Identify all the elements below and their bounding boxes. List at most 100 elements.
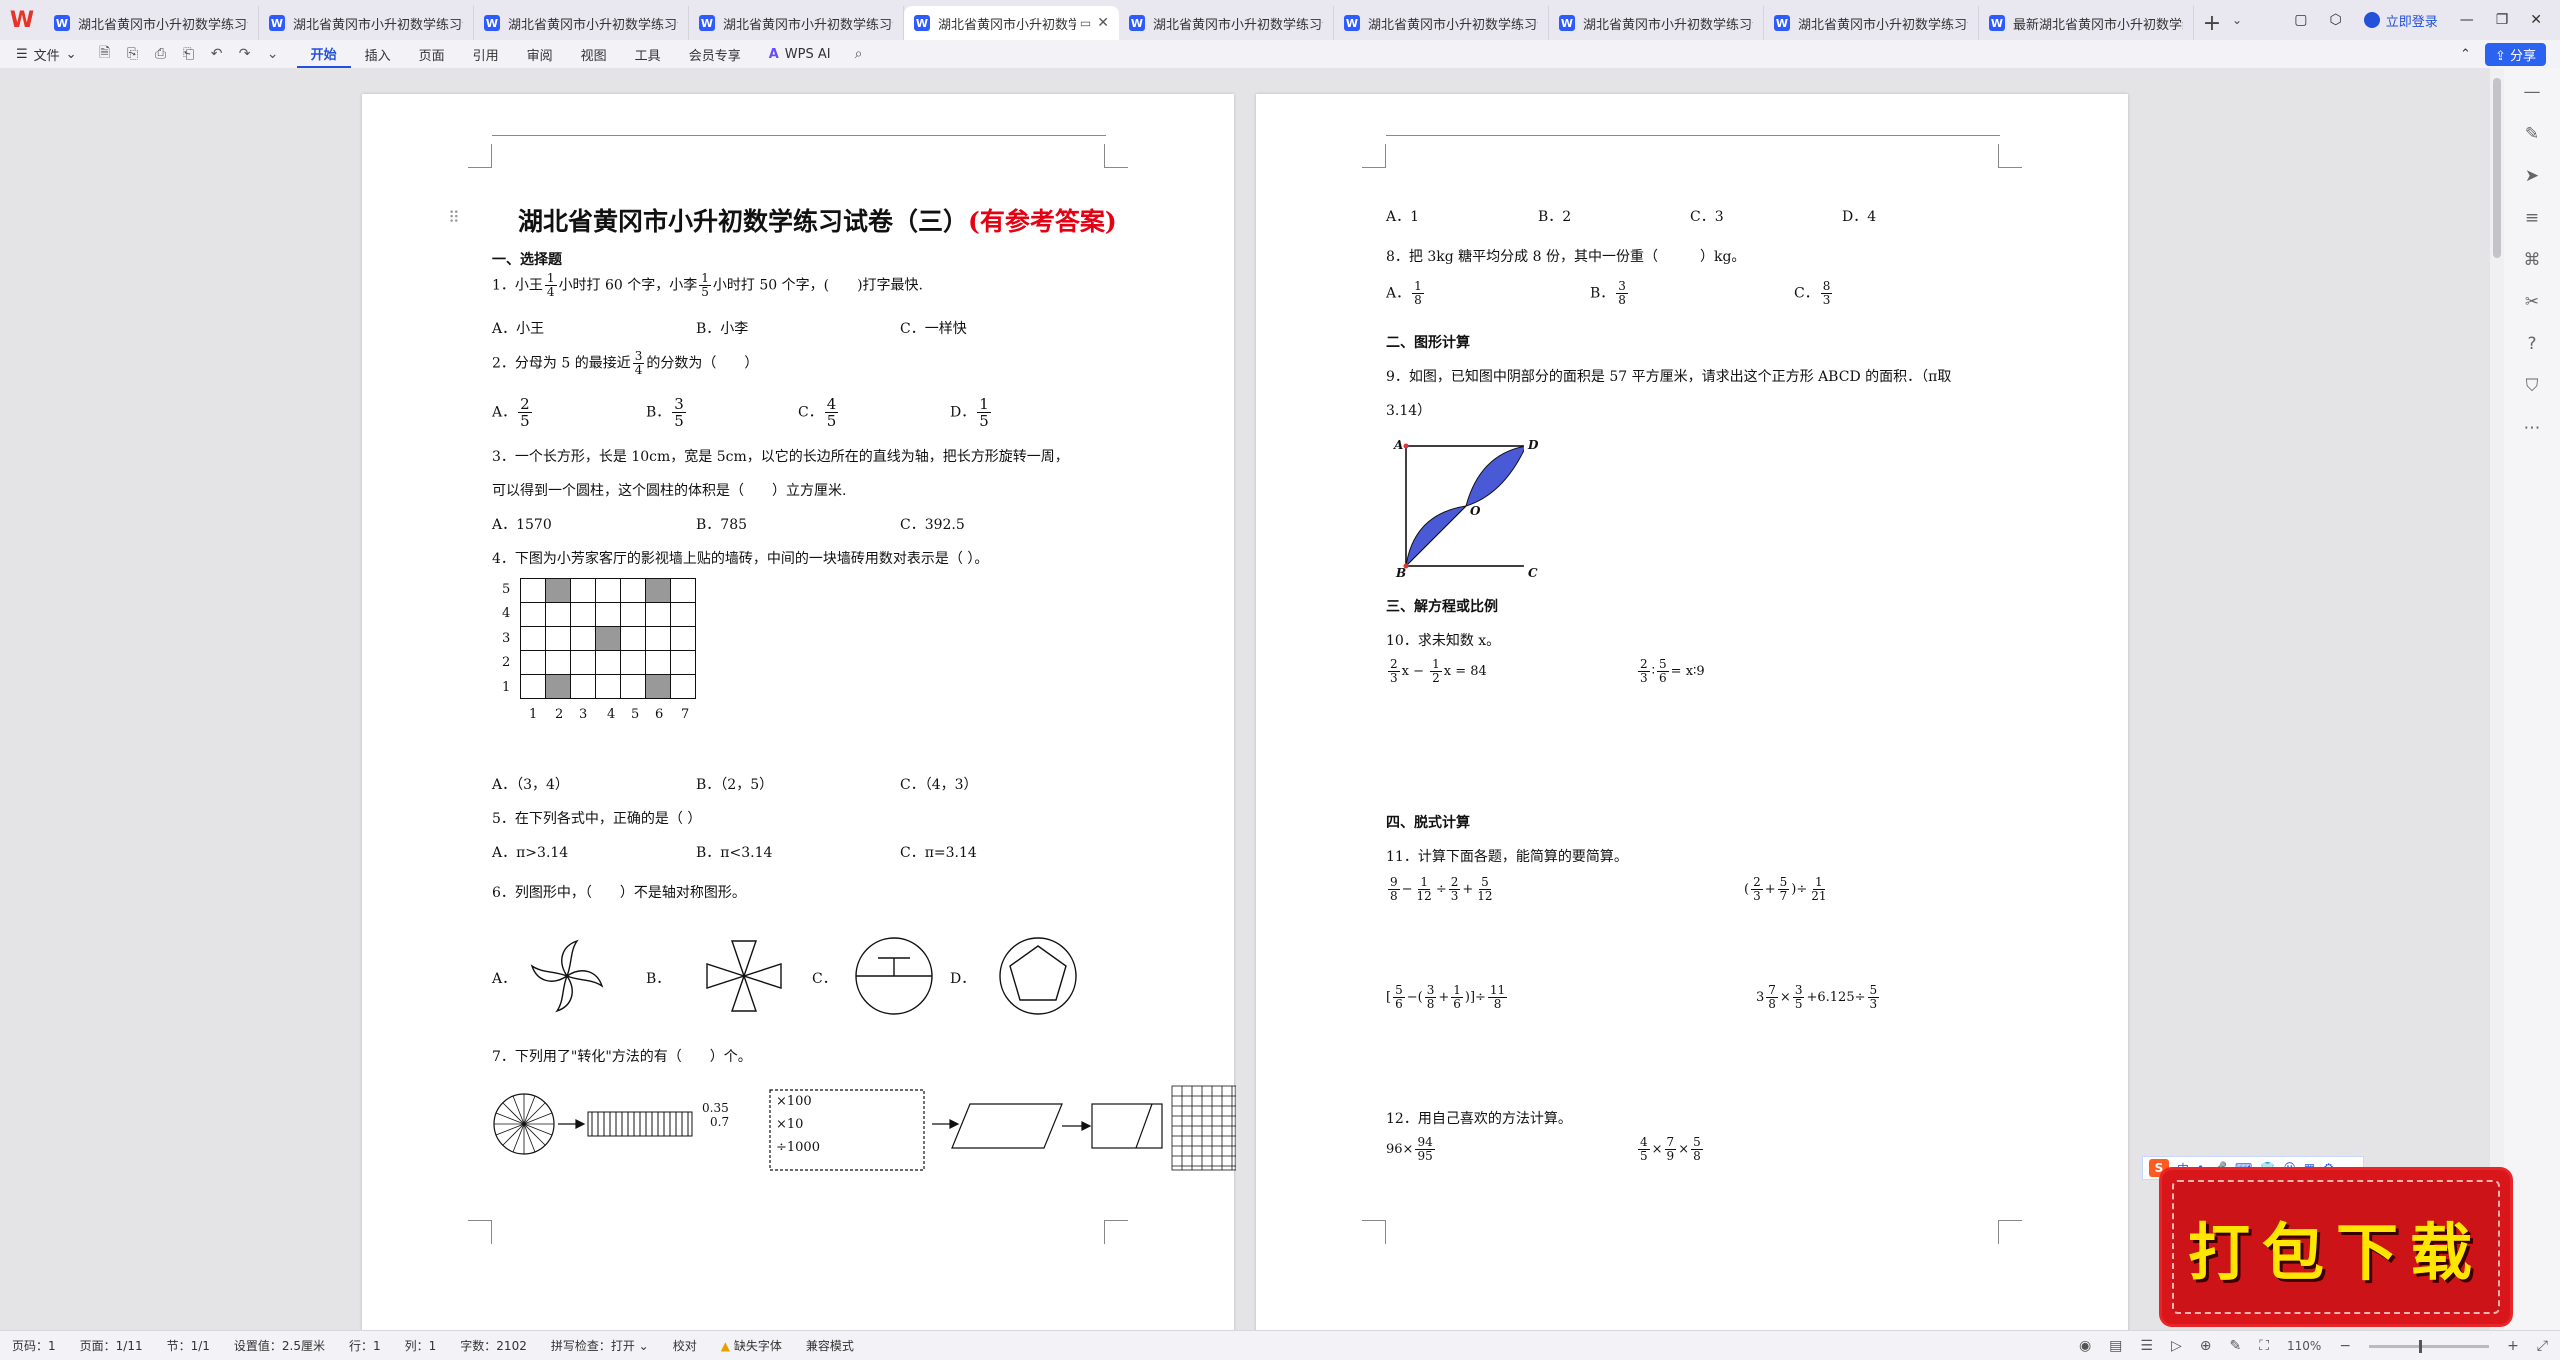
user-avatar-icon (2363, 12, 2380, 28)
document-page-2[interactable]: A．1 B．2 C．3 D．4 8．把 3kg 糖平均分成 8 份，其中一份重（… (1256, 94, 2128, 1330)
play-icon[interactable]: ▷ (2171, 1338, 2182, 1354)
operation-label: ×10 (776, 1117, 804, 1132)
word-doc-icon: W (269, 15, 285, 31)
page-view-icon[interactable]: ▤ (2109, 1338, 2122, 1354)
pen-mode-icon[interactable]: ✎ (2229, 1338, 2241, 1354)
status-compat-mode: 兼容模式 (805, 1339, 854, 1353)
ribbon-tabs: 开始 插入 页面 引用 审阅 视图 工具 会员专享 (296, 40, 755, 68)
shirt-icon[interactable]: ⛉ (2526, 376, 2539, 396)
pen-icon[interactable]: ✎ (2525, 124, 2539, 144)
zoom-out-button[interactable]: − (2339, 1338, 2351, 1354)
export-icon[interactable]: ⎘ (119, 46, 147, 62)
zoom-level[interactable]: 110% (2287, 1339, 2321, 1353)
monitor-icon[interactable]: ▭ (1080, 16, 1091, 30)
more-icon[interactable]: ⋯ (2524, 418, 2541, 438)
more-tools-icon[interactable]: ⌄ (259, 46, 287, 62)
ribbon-tab[interactable]: 视图 (567, 40, 621, 68)
status-spellcheck[interactable]: 拼写检查：打开 ⌄ (539, 1337, 661, 1354)
status-proof[interactable]: 校对 (661, 1337, 709, 1354)
status-missing-font[interactable]: ▲ 缺失字体 (709, 1337, 794, 1354)
ribbon-tab[interactable]: 开始 (296, 40, 351, 68)
fraction: 23 (1638, 657, 1650, 685)
eye-icon[interactable]: ◉ (2079, 1338, 2091, 1354)
status-word-count[interactable]: 字数：2102 (448, 1337, 539, 1354)
close-window-button[interactable]: ✕ (2530, 12, 2542, 28)
ribbon-tab[interactable]: 插入 (351, 40, 405, 68)
margin-corner (468, 1220, 492, 1244)
share-button[interactable]: ⇪ 分享 (2484, 42, 2546, 66)
ribbon-tab[interactable]: 工具 (621, 40, 675, 68)
document-tab[interactable]: W 湖北省黄冈市小升初数学练习试 (689, 6, 904, 40)
document-page-1[interactable]: ⠿ 湖北省黄冈市小升初数学练习试卷（三）(有参考答案) 一、选择题 1．小王 1 4… (362, 94, 1236, 1330)
word-doc-icon: W (914, 15, 930, 31)
restore-tabs-icon[interactable]: ▢ (2294, 12, 2307, 28)
print-preview-icon[interactable]: ⎗ (175, 46, 203, 62)
search-icon[interactable]: ⌕ (845, 46, 873, 62)
document-tab[interactable]: W 湖北省黄冈市小升初数学练习试 (1119, 6, 1334, 40)
redo-icon[interactable]: ↷ (231, 46, 259, 62)
document-tab[interactable]: W 湖北省黄冈市小升初数学练习试 (1334, 6, 1549, 40)
minus-icon[interactable]: — (2524, 82, 2541, 102)
status-row[interactable]: 行：1 (337, 1337, 393, 1354)
wps-ai-button[interactable]: A WPS AI (755, 47, 845, 62)
expression: 4 5 × 7 9 × 5 8 (1638, 1135, 1703, 1163)
cube-icon[interactable]: ⬡ (2329, 12, 2341, 28)
drag-handle-icon[interactable]: ⠿ (448, 208, 460, 227)
zoom-slider[interactable] (2369, 1339, 2490, 1353)
transformation-figures (493, 1085, 1236, 1171)
share-label: 分享 (2509, 48, 2536, 64)
save-icon[interactable]: 🗎 (91, 42, 119, 66)
outline-view-icon[interactable]: ☰ (2140, 1338, 2153, 1354)
document-tab[interactable]: W 湖北省黄冈市小升初数学练习试 (474, 6, 689, 40)
scrollbar-thumb[interactable] (2493, 78, 2501, 258)
undo-icon[interactable]: ↶ (203, 46, 231, 62)
zoom-in-button[interactable]: + (2507, 1338, 2519, 1354)
status-col[interactable]: 列：1 (393, 1337, 449, 1354)
fraction: 38 (1616, 279, 1628, 307)
document-tab[interactable]: W 湖北省黄冈市小升初数学练习试 (259, 6, 474, 40)
tools-icon[interactable]: ✂ (2525, 292, 2539, 312)
status-section[interactable]: 节：1/1 (155, 1337, 222, 1354)
maximize-button[interactable]: ❐ (2496, 12, 2509, 28)
minimize-button[interactable]: — (2460, 12, 2474, 28)
chevron-down-icon[interactable]: ⌄ (2232, 13, 2242, 27)
option: B． 3 8 (1590, 280, 1630, 307)
ribbon-tab[interactable]: 引用 (459, 40, 513, 68)
document-tab[interactable]: W 湖北省黄冈市小升初数学练习试 (1549, 6, 1764, 40)
document-workspace[interactable]: ⠿ 湖北省黄冈市小升初数学练习试卷（三）(有参考答案) 一、选择题 1．小王 1 4… (0, 68, 2490, 1330)
status-bar: 页码：1 页面：1/11 节：1/1 设置值：2.5厘米 行：1 列：1 字数：… (0, 1330, 2560, 1360)
cursor-icon[interactable]: ➤ (2525, 166, 2539, 186)
adjust-icon[interactable]: ≡ (2525, 208, 2539, 228)
option: A． 2 5 (492, 396, 534, 429)
collapse-ribbon-icon[interactable]: ⌃ (2460, 47, 2471, 62)
status-page-number[interactable]: 页码：1 (0, 1337, 68, 1354)
document-tab[interactable]: W 最新湖北省黄冈市小升初数学练 (1979, 6, 2194, 40)
file-menu-button[interactable]: ☰ 文件 ⌄ (0, 45, 91, 64)
ribbon-tab[interactable]: 会员专享 (675, 40, 755, 68)
word-doc-icon: W (1774, 15, 1790, 31)
ribbon-tab[interactable]: 页面 (405, 40, 459, 68)
print-icon[interactable]: ⎙ (147, 46, 175, 62)
translate-icon[interactable]: ⌘ (2524, 250, 2541, 270)
word-doc-icon: W (1559, 15, 1575, 31)
close-tab-icon[interactable]: ✕ (1097, 15, 1109, 31)
login-button[interactable]: 立即登录 (2363, 11, 2438, 30)
new-tab-button[interactable]: + (2194, 6, 2230, 40)
ribbon-tab[interactable]: 审阅 (513, 40, 567, 68)
fit-icon[interactable]: ⛶ (2259, 1338, 2269, 1354)
web-view-icon[interactable]: ⊕ (2200, 1338, 2212, 1354)
status-setting[interactable]: 设置值：2.5厘米 (222, 1337, 337, 1354)
wps-logo-icon[interactable]: W (0, 0, 44, 40)
fraction: 78 (1766, 983, 1778, 1011)
tab-title: 湖北省黄冈市小升初数学练习试 (1798, 17, 1968, 33)
vertical-scrollbar[interactable] (2490, 68, 2504, 1330)
fullscreen-icon[interactable]: ⤢ (2537, 1338, 2548, 1354)
word-doc-icon: W (699, 15, 715, 31)
document-tab[interactable]: W 湖北省黄冈市小升初数学 ▭ ✕ (904, 6, 1119, 40)
document-tab[interactable]: W 湖北省黄冈市小升初数学练习试 (44, 6, 259, 40)
download-banner[interactable]: 打包下载 (2162, 1170, 2510, 1324)
status-pages[interactable]: 页面：1/11 (68, 1337, 155, 1354)
document-tab[interactable]: W 湖北省黄冈市小升初数学练习试 (1764, 6, 1979, 40)
help-icon[interactable]: ? (2527, 334, 2536, 354)
header-rule (1386, 135, 2000, 136)
